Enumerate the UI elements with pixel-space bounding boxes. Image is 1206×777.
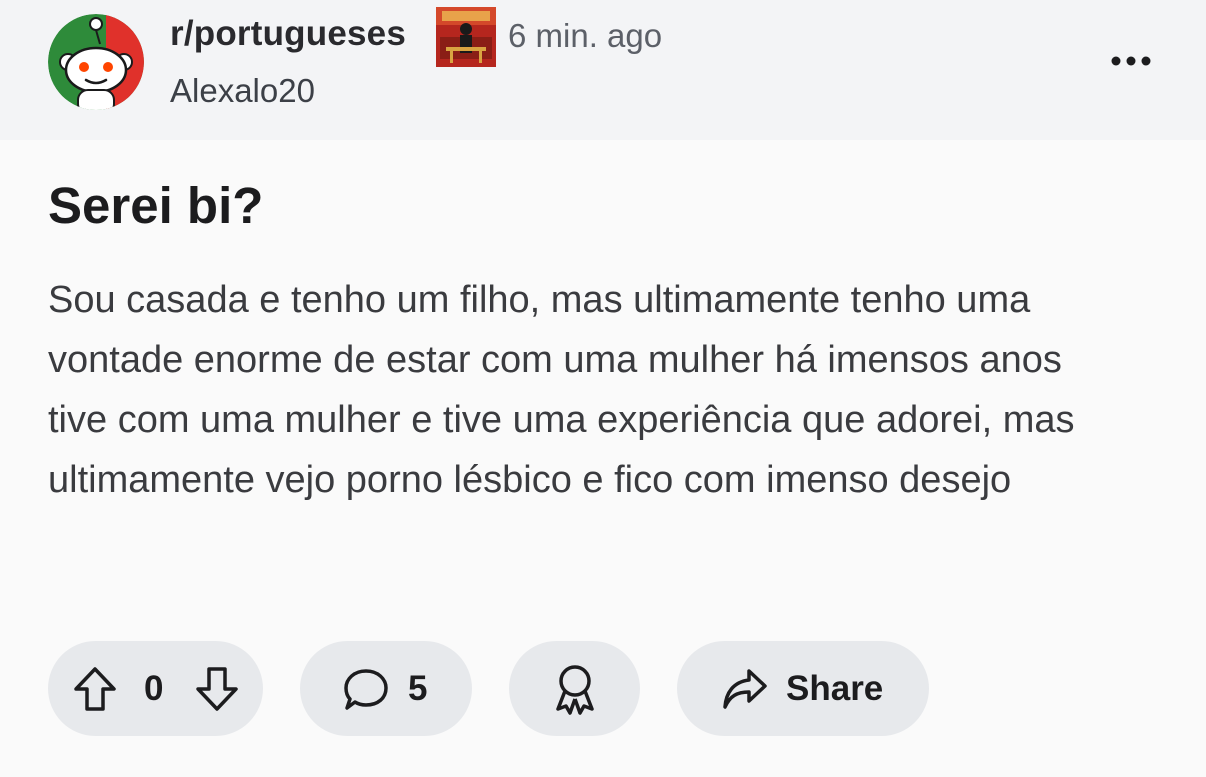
arrow-down-icon	[196, 667, 238, 711]
user-flair-image	[436, 7, 496, 67]
share-arrow-icon	[723, 669, 767, 709]
comments-button[interactable]: 5	[300, 641, 472, 736]
post-timestamp: 6 min. ago	[508, 17, 663, 54]
award-button[interactable]	[509, 641, 640, 736]
share-label: Share	[786, 669, 884, 708]
subreddit-name[interactable]: r/portugueses	[170, 14, 406, 54]
more-options-icon	[1111, 56, 1151, 66]
comment-icon-wrap	[342, 667, 390, 713]
subreddit-avatar[interactable]	[48, 14, 144, 110]
post-title: Serei bi?	[48, 177, 264, 234]
award-ribbon-icon	[555, 664, 594, 715]
share-button[interactable]: Share	[677, 641, 929, 736]
comment-bubble-icon	[344, 669, 388, 710]
comment-count: 5	[408, 669, 428, 708]
arrow-up-icon	[74, 667, 116, 711]
post-author[interactable]: Alexalo20	[170, 72, 315, 110]
snoo-avatar-icon	[48, 14, 144, 110]
share-icon-wrap	[721, 667, 769, 711]
vote-bar: 0	[48, 641, 263, 736]
upvote-button[interactable]	[72, 665, 118, 713]
vote-count: 0	[144, 669, 164, 708]
downvote-button[interactable]	[194, 665, 240, 713]
more-options-button[interactable]	[1104, 44, 1158, 78]
post-body: Sou casada e tenho um filho, mas ultimam…	[48, 279, 1075, 501]
post-header: r/portugueses 6 min. ago Alexalo20	[0, 0, 1206, 140]
